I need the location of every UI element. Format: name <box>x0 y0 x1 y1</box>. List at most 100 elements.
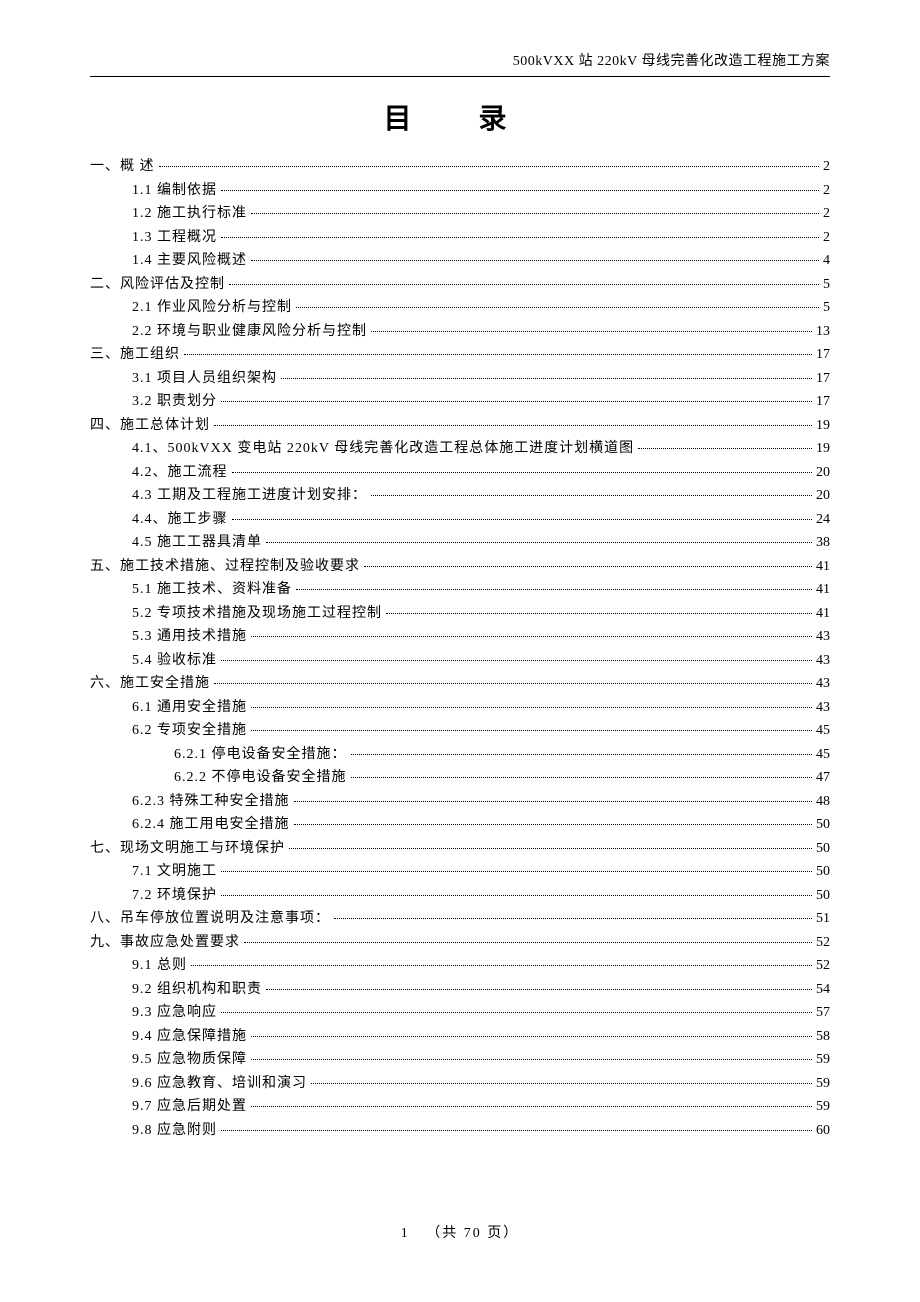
toc-entry-label: 2.1 作业风险分析与控制 <box>132 296 292 316</box>
toc-entry[interactable]: 9.3 应急响应57 <box>90 1001 830 1021</box>
toc-entry[interactable]: 二、风险评估及控制 5 <box>90 273 830 293</box>
toc-dots <box>251 707 812 708</box>
toc-entry[interactable]: 5.4 验收标准43 <box>90 649 830 669</box>
page-container: 500kVXX 站 220kV 母线完善化改造工程施工方案 目 录 一、概 述2… <box>0 0 920 1302</box>
toc-entry[interactable]: 9.2 组织机构和职责 54 <box>90 978 830 998</box>
toc-entry-label: 6.2.4 施工用电安全措施 <box>132 813 290 833</box>
toc-entry-page: 59 <box>816 1076 830 1092</box>
page-total-label: （共 70 页） <box>426 1226 519 1241</box>
toc-dots <box>191 965 812 966</box>
toc-entry[interactable]: 四、施工总体计划 19 <box>90 414 830 434</box>
toc-entry[interactable]: 1.3 工程概况2 <box>90 226 830 246</box>
toc-entry-page: 51 <box>816 911 830 927</box>
toc-entry-label: 1.1 编制依据 <box>132 179 217 199</box>
toc-dots <box>296 307 819 308</box>
toc-entry-label: 五、施工技术措施、过程控制及验收要求 <box>90 555 360 575</box>
toc-entry[interactable]: 9.7 应急后期处置59 <box>90 1095 830 1115</box>
toc-entry-label: 9.8 应急附则 <box>132 1119 217 1139</box>
toc-dots <box>294 824 813 825</box>
toc-dots <box>371 495 812 496</box>
toc-entry-page: 20 <box>816 488 830 504</box>
toc-entry[interactable]: 五、施工技术措施、过程控制及验收要求41 <box>90 555 830 575</box>
toc-entry-page: 48 <box>816 794 830 810</box>
toc-dots <box>214 683 812 684</box>
toc-entry[interactable]: 4.3 工期及工程施工进度计划安排：20 <box>90 484 830 504</box>
toc-entry[interactable]: 2.1 作业风险分析与控制 5 <box>90 296 830 316</box>
toc-dots <box>251 730 812 731</box>
toc-dots <box>221 871 812 872</box>
toc-entry-page: 43 <box>816 676 830 692</box>
toc-dots <box>221 1130 812 1131</box>
toc-entry[interactable]: 9.5 应急物质保障59 <box>90 1048 830 1068</box>
toc-entry[interactable]: 3.1 项目人员组织架构17 <box>90 367 830 387</box>
toc-dots <box>296 589 812 590</box>
toc-entry[interactable]: 6.1 通用安全措施43 <box>90 696 830 716</box>
document-header: 500kVXX 站 220kV 母线完善化改造工程施工方案 <box>90 50 830 77</box>
toc-entry-page: 17 <box>816 394 830 410</box>
toc-entry-label: 9.3 应急响应 <box>132 1001 217 1021</box>
toc-entry-label: 2.2 环境与职业健康风险分析与控制 <box>132 320 367 340</box>
toc-entry-label: 5.3 通用技术措施 <box>132 625 247 645</box>
toc-entry[interactable]: 九、事故应急处置要求52 <box>90 931 830 951</box>
toc-entry[interactable]: 9.6 应急教育、培训和演习59 <box>90 1072 830 1092</box>
toc-dots <box>251 1059 812 1060</box>
toc-entry-label: 1.2 施工执行标准 <box>132 202 247 222</box>
toc-dots <box>351 777 813 778</box>
toc-entry[interactable]: 一、概 述2 <box>90 155 830 175</box>
toc-dots <box>232 519 813 520</box>
toc-entry[interactable]: 八、吊车停放位置说明及注意事项：51 <box>90 907 830 927</box>
toc-entry[interactable]: 1.1 编制依据2 <box>90 179 830 199</box>
toc-entry[interactable]: 6.2.2 不停电设备安全措施47 <box>90 766 830 786</box>
toc-entry-label: 5.4 验收标准 <box>132 649 217 669</box>
toc-entry-label: 6.2 专项安全措施 <box>132 719 247 739</box>
toc-entry-page: 52 <box>816 935 830 951</box>
toc-entry-page: 41 <box>816 606 830 622</box>
toc-dots <box>638 448 812 449</box>
toc-entry-page: 60 <box>816 1123 830 1139</box>
toc-entry[interactable]: 7.1 文明施工50 <box>90 860 830 880</box>
toc-entry-label: 4.2、施工流程 <box>132 461 228 481</box>
toc-entry[interactable]: 1.2 施工执行标准2 <box>90 202 830 222</box>
toc-entry[interactable]: 9.1 总则52 <box>90 954 830 974</box>
toc-entry-page: 43 <box>816 700 830 716</box>
toc-entry[interactable]: 三、施工组织17 <box>90 343 830 363</box>
toc-entry-label: 5.1 施工技术、资料准备 <box>132 578 292 598</box>
toc-entry-page: 43 <box>816 629 830 645</box>
toc-entry[interactable]: 4.5 施工工器具清单38 <box>90 531 830 551</box>
toc-entry[interactable]: 七、现场文明施工与环境保护50 <box>90 837 830 857</box>
toc-entry[interactable]: 2.2 环境与职业健康风险分析与控制13 <box>90 320 830 340</box>
page-current: 1 <box>401 1226 410 1241</box>
toc-entry-page: 5 <box>823 300 830 316</box>
toc-entry-label: 1.4 主要风险概述 <box>132 249 247 269</box>
toc-entry[interactable]: 5.2 专项技术措施及现场施工过程控制41 <box>90 602 830 622</box>
toc-entry-page: 52 <box>816 958 830 974</box>
toc-entry[interactable]: 1.4 主要风险概述4 <box>90 249 830 269</box>
toc-entry-label: 9.2 组织机构和职责 <box>132 978 262 998</box>
toc-entry-page: 17 <box>816 347 830 363</box>
toc-entry[interactable]: 六、施工安全措施43 <box>90 672 830 692</box>
toc-dots <box>229 284 819 285</box>
toc-entry[interactable]: 3.2 职责划分17 <box>90 390 830 410</box>
toc-dots <box>221 895 812 896</box>
toc-entry[interactable]: 5.3 通用技术措施 43 <box>90 625 830 645</box>
toc-dots <box>266 989 812 990</box>
toc-dots <box>251 260 819 261</box>
toc-entry[interactable]: 6.2.4 施工用电安全措施50 <box>90 813 830 833</box>
toc-entry-page: 54 <box>816 982 830 998</box>
toc-entry[interactable]: 7.2 环境保护50 <box>90 884 830 904</box>
toc-entry-label: 四、施工总体计划 <box>90 414 210 434</box>
toc-entry[interactable]: 9.4 应急保障措施58 <box>90 1025 830 1045</box>
toc-entry[interactable]: 4.4、施工步骤24 <box>90 508 830 528</box>
toc-entry-page: 19 <box>816 418 830 434</box>
toc-entry[interactable]: 5.1 施工技术、资料准备41 <box>90 578 830 598</box>
toc-entry[interactable]: 4.2、施工流程20 <box>90 461 830 481</box>
toc-entry[interactable]: 6.2.3 特殊工种安全措施48 <box>90 790 830 810</box>
toc-entry[interactable]: 4.1、500kVXX 变电站 220kV 母线完善化改造工程总体施工进度计划横… <box>90 437 830 457</box>
toc-dots <box>221 190 819 191</box>
toc-entry-label: 二、风险评估及控制 <box>90 273 225 293</box>
toc-entry[interactable]: 6.2 专项安全措施45 <box>90 719 830 739</box>
toc-entry-label: 3.1 项目人员组织架构 <box>132 367 277 387</box>
toc-entry[interactable]: 6.2.1 停电设备安全措施：45 <box>90 743 830 763</box>
toc-entry-page: 5 <box>823 277 830 293</box>
toc-entry[interactable]: 9.8 应急附则 60 <box>90 1119 830 1139</box>
